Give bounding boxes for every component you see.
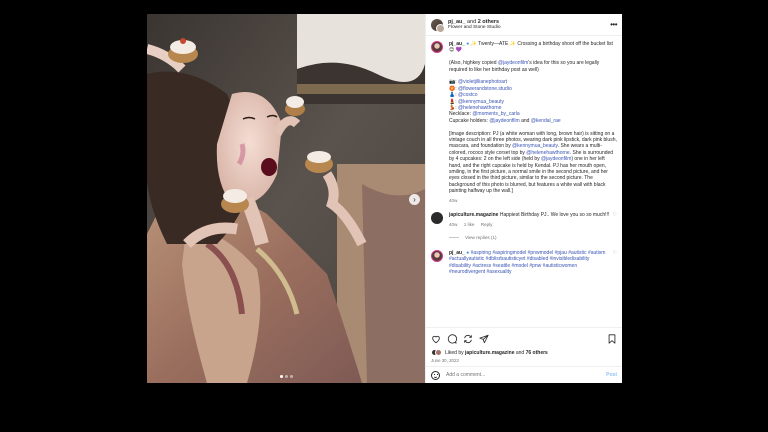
comment-likes[interactable]: 1 like — [464, 222, 475, 227]
header-location[interactable]: Flower and Stone Studio — [448, 25, 610, 31]
credit-emoji: 💄: — [449, 98, 459, 105]
avatar[interactable] — [431, 249, 443, 262]
comment-icon[interactable] — [447, 334, 457, 344]
heart-icon[interactable]: ♡ — [613, 212, 617, 228]
comment-username[interactable]: japiculture.magazine — [449, 212, 498, 218]
mention-link[interactable]: @jaydeonfilm — [541, 156, 571, 162]
repost-icon[interactable] — [463, 334, 473, 344]
photo-image — [147, 14, 425, 383]
avatar — [435, 349, 442, 356]
view-replies-button[interactable]: View replies (1) — [449, 235, 617, 240]
comment-age: 40w — [449, 221, 458, 227]
mention-link[interactable]: @violetjillianephotoart — [458, 79, 507, 85]
comments-scroll[interactable]: pj_au_ ● ✨ Twenty—ATE ✨ Crossing a birth… — [426, 36, 622, 327]
verified-icon: ● — [466, 41, 470, 47]
liked-others[interactable]: 76 others — [526, 350, 548, 356]
post-photo[interactable]: › — [147, 14, 425, 383]
carousel-dot — [284, 375, 288, 378]
mention-link[interactable]: @jaydeonfilm — [498, 60, 528, 66]
post-button[interactable]: Post — [606, 372, 617, 378]
comment-text: Happiest Birthday PJ.. We love you so so… — [499, 212, 610, 219]
mention-link[interactable]: @flowerandstone.studio — [458, 86, 512, 92]
liked-by-user[interactable]: japiculture.magazine — [465, 350, 514, 356]
add-comment-bar: Post — [426, 366, 622, 383]
reply-button[interactable]: Reply — [481, 222, 493, 227]
heart-icon[interactable]: ♡ — [613, 250, 617, 276]
comment-item: japiculture.magazine Happiest Birthday P… — [431, 212, 617, 228]
comment-input[interactable] — [446, 372, 607, 378]
comment-body: japiculture.magazine Happiest Birthday P… — [449, 212, 610, 228]
mention-link[interactable]: @moments_by_carla — [472, 111, 519, 117]
bookmark-icon[interactable] — [607, 334, 617, 344]
hashtag-list[interactable]: #aspiring #aspiringmodel #pnwmodel #pjau… — [449, 250, 605, 275]
avatar[interactable] — [431, 18, 445, 33]
header-text: pj_au_ and 2 others Flower and Stone Stu… — [448, 19, 610, 31]
post-modal: › pj_au_ and 2 others Flower and Stone S… — [147, 14, 622, 383]
necklace-label: Necklace: — [449, 111, 473, 118]
mention-link[interactable]: @kendal_rae — [531, 118, 561, 124]
carousel-dots — [147, 375, 425, 378]
desc-text: ) one in her left hand, and the right cu… — [449, 156, 608, 195]
cupcake-and: and — [519, 117, 531, 124]
comment-body: pj_au_ ● #aspiring #aspiringmodel #pnwmo… — [449, 250, 610, 276]
header-username[interactable]: pj_au_ — [448, 19, 465, 25]
action-bar: Liked by japiculture.magazine and 76 oth… — [426, 327, 622, 366]
post-panel: pj_au_ and 2 others Flower and Stone Stu… — [425, 14, 622, 383]
cupcake-label: Cupcake holders: — [449, 117, 490, 124]
header-conjunction: and — [466, 18, 477, 25]
caption: pj_au_ ● ✨ Twenty—ATE ✨ Crossing a birth… — [431, 41, 617, 204]
share-icon[interactable] — [479, 334, 489, 344]
mention-link[interactable]: @jaydeonfilm — [489, 118, 519, 124]
avatar[interactable] — [431, 41, 443, 53]
comment-username[interactable]: pj_au_ — [449, 250, 465, 256]
image-description: [Image description: PJ (a white woman wi… — [449, 131, 617, 195]
mention-link[interactable]: @kennymua_beauty — [458, 99, 504, 105]
credits-list: 📷: @violetjillianephotoart 🏵️: @floweran… — [449, 79, 617, 124]
credit-emoji: 💃: — [449, 105, 459, 112]
carousel-dot — [279, 375, 283, 378]
caption-line1: ✨ Twenty—ATE ✨ Crossing a birthday shoot… — [449, 41, 613, 54]
credit-emoji: 👗: — [449, 92, 459, 99]
verified-icon: ● — [466, 249, 470, 256]
post-date: June 30, 2023 — [431, 358, 459, 363]
post-header: pj_au_ and 2 others Flower and Stone Stu… — [426, 14, 622, 36]
more-horizontal-icon[interactable]: ••• — [610, 20, 617, 29]
liked-by-label: Liked by — [445, 349, 464, 356]
carousel-dot — [289, 375, 293, 378]
credit-emoji: 📷: — [449, 79, 459, 86]
mention-link[interactable]: @kennymua_beauty — [512, 143, 558, 149]
emoji-icon[interactable] — [431, 370, 440, 380]
chevron-right-icon[interactable]: › — [409, 194, 420, 205]
caption-body: pj_au_ ● ✨ Twenty—ATE ✨ Crossing a birth… — [449, 41, 617, 204]
likes-summary: Liked by japiculture.magazine and 76 oth… — [431, 349, 617, 356]
liked-and: and — [515, 349, 525, 356]
credit-emoji: 🏵️: — [449, 85, 459, 92]
mention-link[interactable]: @helenehawthorne — [526, 150, 569, 156]
caption-p2-a: (Also, highkey copied — [449, 60, 498, 67]
mention-link[interactable]: @helenehawthorne — [458, 105, 501, 111]
avatar[interactable] — [431, 212, 443, 225]
header-others[interactable]: 2 others — [478, 19, 499, 25]
caption-age: 40w — [449, 197, 458, 203]
comment-item: pj_au_ ● #aspiring #aspiringmodel #pnwmo… — [431, 249, 617, 276]
heart-icon[interactable] — [431, 334, 441, 344]
mention-link[interactable]: @costco — [458, 92, 478, 98]
